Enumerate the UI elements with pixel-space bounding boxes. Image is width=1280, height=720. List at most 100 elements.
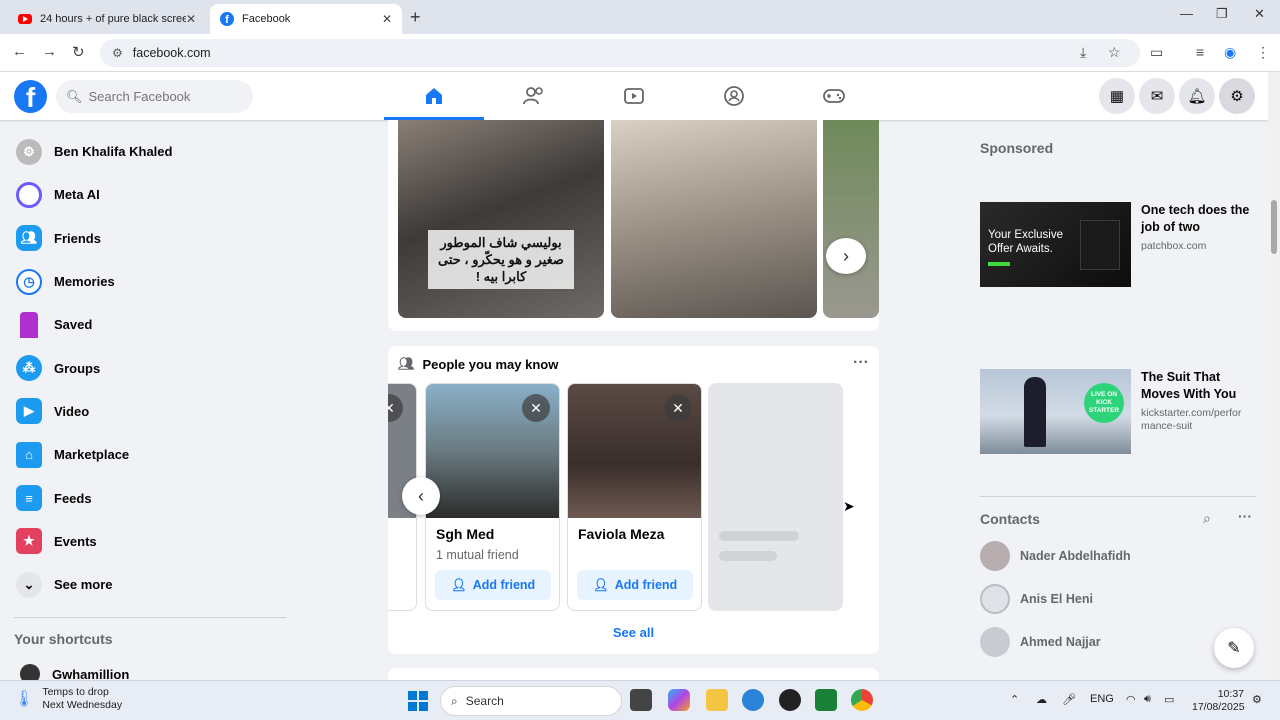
ad-image[interactable]: Your Exclusive Offer Awaits.: [980, 202, 1131, 287]
ad-item[interactable]: Your Exclusive Offer Awaits. One tech do…: [980, 202, 1260, 287]
story-item[interactable]: بوليسي شاف الموطور صغير و هو يحكّرو ، حت…: [398, 120, 604, 318]
close-window-button[interactable]: ✕: [1254, 6, 1265, 22]
taskbar-search[interactable]: ⌕ Search: [440, 686, 622, 716]
sidebar-item-see-more[interactable]: ⌄ See more: [8, 563, 288, 606]
sidebar-item-marketplace[interactable]: ⌂ Marketplace: [8, 433, 288, 476]
search-icon: 🔍︎: [66, 88, 83, 104]
nav-groups[interactable]: [684, 72, 784, 120]
new-tab-button[interactable]: +: [410, 7, 421, 28]
notification-center-icon[interactable]: ⚙: [1252, 693, 1262, 706]
battery-icon[interactable]: ▭: [1164, 693, 1174, 706]
add-friend-label: Add friend: [472, 578, 536, 592]
sidebar-item-groups[interactable]: ⁂ Groups: [8, 346, 288, 389]
contact-item[interactable]: Nader Abdelhafidh: [980, 541, 1131, 571]
windows-start-button[interactable]: [408, 691, 428, 711]
profile-icon[interactable]: ◉: [1224, 44, 1236, 61]
contact-item[interactable]: Ahmed Najjar: [980, 627, 1101, 657]
friends-icon: 👥︎: [16, 225, 42, 252]
messenger-button[interactable]: ✉: [1139, 78, 1175, 114]
sidebar-item-saved[interactable]: Saved: [8, 303, 288, 346]
messenger-icon: ✉: [1150, 88, 1164, 105]
start-icon: [408, 702, 417, 711]
see-all-link[interactable]: See all: [388, 625, 879, 640]
file-explorer-icon[interactable]: [706, 689, 728, 711]
media-control-icon[interactable]: ≡: [1196, 44, 1204, 60]
story-item[interactable]: [611, 120, 817, 318]
url-field[interactable]: ⚙ facebook.com: [100, 39, 1140, 67]
bookmark-star-icon[interactable]: ☆: [1108, 44, 1121, 61]
sidebar-item-label: Ben Khalifa Khaled: [54, 144, 173, 160]
add-friend-button[interactable]: 👤︎ Add friend: [577, 570, 693, 600]
people-icon: 👥︎: [398, 356, 415, 371]
mutual-friends: [578, 548, 701, 564]
close-tab-icon[interactable]: ✕: [382, 12, 392, 26]
contacts-heading: Contacts: [980, 511, 1040, 527]
contact-item[interactable]: Anis El Heni: [980, 584, 1093, 614]
search-input[interactable]: [88, 89, 239, 104]
menu-button[interactable]: ▦: [1099, 78, 1135, 114]
tab-facebook[interactable]: f Facebook ✕: [210, 4, 402, 34]
back-arrow-icon[interactable]: ←: [12, 43, 27, 60]
language-indicator[interactable]: ENG: [1090, 693, 1114, 705]
account-button[interactable]: ⚙: [1219, 78, 1255, 114]
nav-video[interactable]: [584, 72, 684, 120]
add-friend-button[interactable]: 👤︎ Add friend: [435, 570, 551, 600]
pymk-prev-button[interactable]: ‹: [402, 477, 440, 515]
sidebar-item-video[interactable]: ▶ Video: [8, 390, 288, 433]
facebook-logo[interactable]: f: [14, 80, 47, 113]
start-icon: [408, 691, 417, 700]
microphone-icon[interactable]: 🎤︎: [1062, 693, 1076, 706]
edge-icon[interactable]: [742, 689, 764, 711]
maximize-button[interactable]: ❐: [1216, 6, 1228, 22]
search-facebook[interactable]: 🔍︎: [56, 80, 253, 113]
nav-home[interactable]: [384, 72, 484, 120]
task-view-icon[interactable]: [630, 689, 652, 711]
close-icon[interactable]: ✕: [664, 394, 692, 422]
install-app-icon[interactable]: ⤓: [1080, 44, 1086, 61]
minimize-button[interactable]: —: [1180, 6, 1193, 21]
close-tab-icon[interactable]: ✕: [186, 12, 196, 26]
reload-icon[interactable]: ↻: [72, 43, 85, 61]
weather-widget[interactable]: 🌡︎ Temps to drop Next Wednesday: [14, 686, 122, 712]
ad-image[interactable]: LIVE ON KICK STARTER: [980, 369, 1131, 454]
sidebar-item-profile[interactable]: ⚙ Ben Khalifa Khaled: [8, 130, 288, 173]
app-icon[interactable]: [779, 689, 801, 711]
story-item[interactable]: [823, 120, 879, 318]
wifi-icon[interactable]: ◠: [1126, 693, 1136, 706]
system-clock[interactable]: 10:37 17/08/2025: [1192, 688, 1245, 714]
scrollbar-thumb[interactable]: [1271, 200, 1277, 254]
page-scrollbar[interactable]: [1268, 72, 1280, 680]
pymk-heading: People you may know: [422, 356, 559, 372]
person-name[interactable]: Faviola Meza: [578, 526, 701, 542]
sidebar-item-label: Events: [54, 533, 97, 549]
copilot-icon[interactable]: [668, 689, 690, 711]
sidebar-item-meta-ai[interactable]: Meta AI: [8, 173, 288, 216]
contacts-options-icon[interactable]: ···: [1238, 508, 1252, 524]
right-divider: [980, 496, 1256, 497]
chrome-icon[interactable]: [851, 689, 873, 711]
notifications-button[interactable]: 🔔︎: [1179, 78, 1215, 114]
search-contacts-icon[interactable]: ⌕: [1203, 510, 1211, 527]
person-name[interactable]: Sgh Med: [436, 526, 559, 542]
chevron-up-icon[interactable]: ⌃: [1010, 693, 1019, 706]
sidebar-item-events[interactable]: ★ Events: [8, 520, 288, 563]
close-icon[interactable]: ✕: [522, 394, 550, 422]
browser-menu-icon[interactable]: ⋮: [1256, 44, 1270, 61]
mouse-cursor-icon: ➤: [843, 498, 855, 514]
ad-item[interactable]: LIVE ON KICK STARTER The Suit That Moves…: [980, 369, 1260, 454]
stories-next-button[interactable]: ›: [826, 238, 866, 274]
app-icon-green[interactable]: [815, 689, 837, 711]
nav-friends[interactable]: [484, 72, 584, 120]
onedrive-icon[interactable]: ☁: [1036, 693, 1047, 706]
sidebar-item-memories[interactable]: ◷ Memories: [8, 260, 288, 303]
nav-gaming[interactable]: [784, 72, 884, 120]
site-info-icon[interactable]: ⚙: [112, 46, 123, 60]
volume-icon[interactable]: 🔊︎: [1144, 693, 1151, 706]
forward-arrow-icon[interactable]: →: [42, 43, 57, 60]
sidebar-item-feeds[interactable]: ≡ Feeds: [8, 476, 288, 519]
side-panel-icon[interactable]: ▭: [1150, 44, 1163, 61]
tab-youtube[interactable]: 24 hours + of pure black screen ✕: [8, 4, 206, 34]
new-message-button[interactable]: ✎: [1214, 628, 1254, 668]
more-options-icon[interactable]: ···: [853, 354, 869, 372]
sidebar-item-friends[interactable]: 👥︎ Friends: [8, 217, 288, 260]
